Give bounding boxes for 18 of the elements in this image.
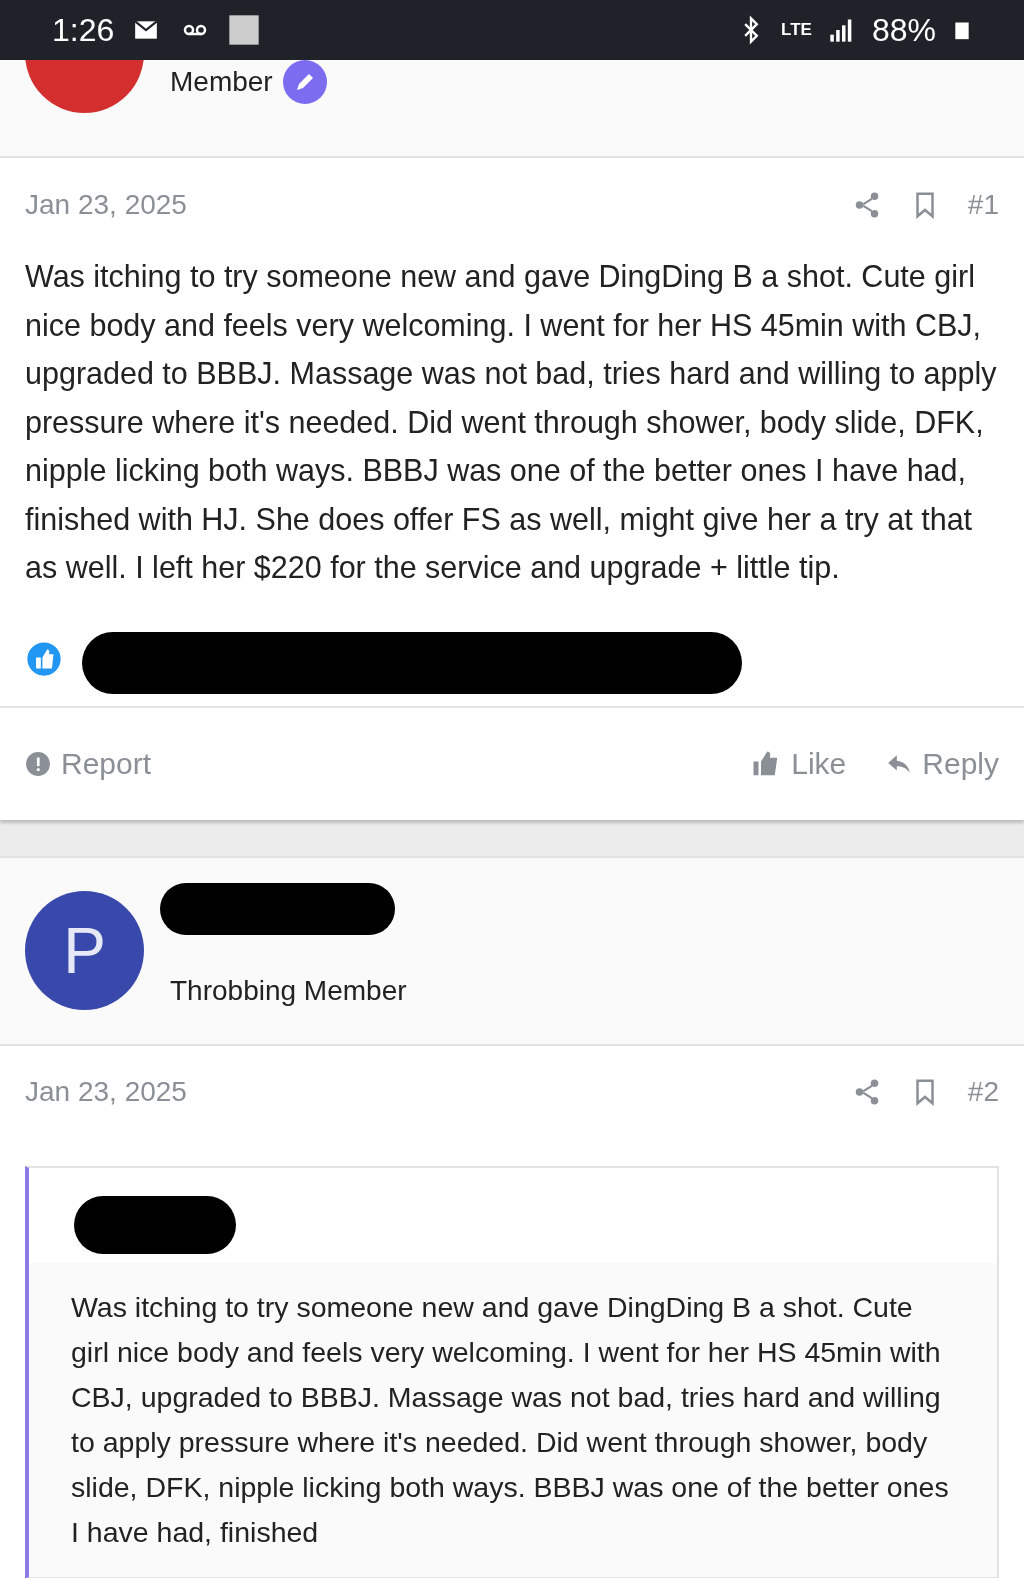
user-avatar[interactable]: P [25,891,144,1010]
post-date: Jan 23, 2025 [25,189,187,221]
report-button[interactable]: Report [25,746,152,781]
post-date: Jan 23, 2025 [25,1075,187,1108]
network-type: LTE [781,20,812,40]
quote-text: Was itching to try someone new and gave DingDing B a shot. Cute girl nice body and feels very welcoming. I went for her HS 45min with CBJ, upgraded to BBBJ. Massage was not bad, tries hard and willing to apply pressure where it's needed. Did went through shower, body slide, DFK, nipple licking both ways. BBBJ was one of the better ones I have had, finished [70,1289,950,1550]
user-title: Throbbing Member [170,974,407,1007]
post-number[interactable]: #2 [967,1075,999,1108]
post-body: Was itching to try someone new and gave DingDing B a shot. Cute girl nice body and feels very welcoming. I went for her HS 45min with CBJ, upgraded to BBBJ. Massage was not bad, tries hard and willing to apply pressure where it's needed. Did went through shower, body slide, DFK, nipple licking both ways. BBBJ was one of the better ones I have had, finished with HJ. She does offer FS as well, might give her a try at that as well. I left her $220 for the service and upgrade + little tip. [24,258,998,587]
battery-level: 88% [871,11,936,49]
app-icon [228,14,261,46]
clock-time: 1:26 [52,11,115,49]
alert-icon [25,750,51,777]
user-title: Member [170,66,273,98]
post-number[interactable]: #1 [967,189,999,221]
like-icon [25,639,63,678]
reply-button[interactable]: Reply [886,746,999,781]
like-button[interactable]: Like [751,746,847,781]
